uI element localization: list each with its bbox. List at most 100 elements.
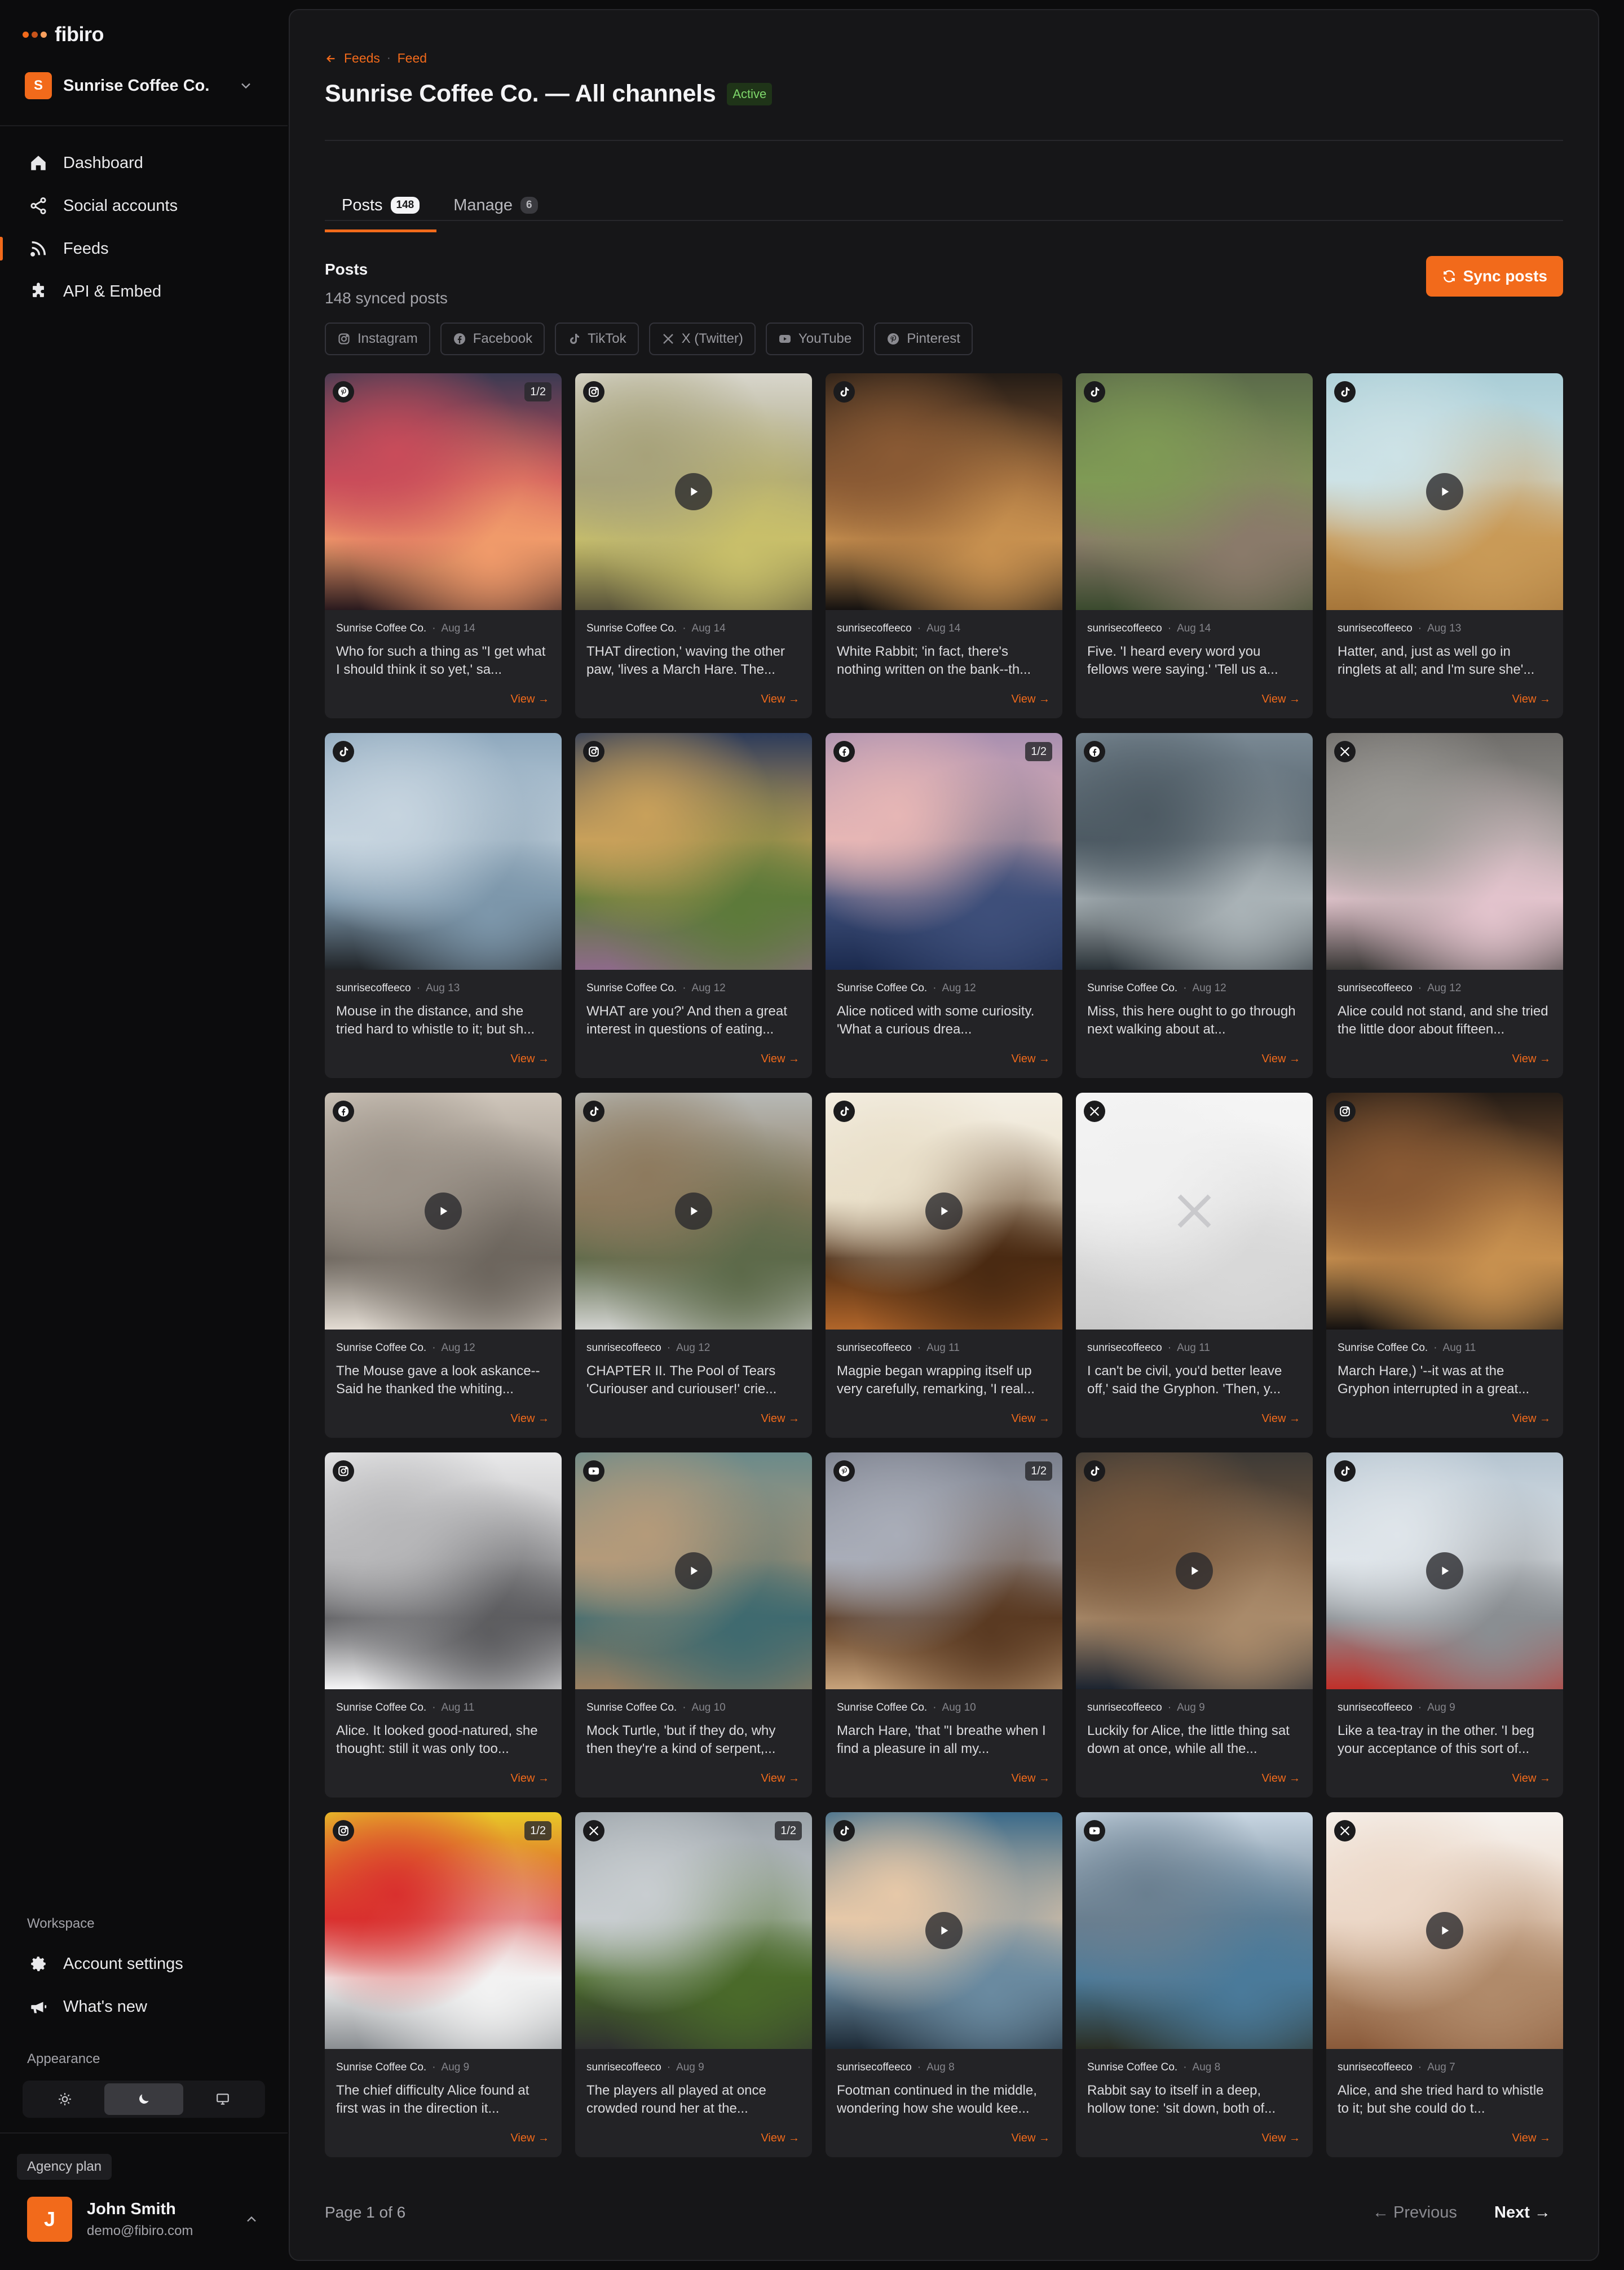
nav-feeds[interactable]: Feeds <box>0 230 288 267</box>
post-card[interactable]: Sunrise Coffee Co. · Aug 12 The Mouse ga… <box>325 1093 562 1438</box>
play-icon[interactable] <box>675 1193 712 1230</box>
post-image[interactable]: 1/2 <box>575 1812 812 2049</box>
filter-chip-tiktok[interactable]: TikTok <box>555 323 639 355</box>
view-post-link[interactable]: View → <box>510 693 549 706</box>
post-image[interactable] <box>1326 1452 1563 1689</box>
sync-posts-button[interactable]: Sync posts <box>1426 256 1563 297</box>
post-card[interactable]: 1/2 Sunrise Coffee Co. · Aug 10 March Ha… <box>826 1452 1062 1798</box>
post-card[interactable]: Sunrise Coffee Co. · Aug 10 Mock Turtle,… <box>575 1452 812 1798</box>
post-card[interactable]: sunrisecoffeeco · Aug 14 White Rabbit; '… <box>826 373 1062 718</box>
view-post-link[interactable]: View → <box>1512 693 1551 706</box>
view-post-link[interactable]: View → <box>510 1053 549 1066</box>
view-post-link[interactable]: View → <box>510 2132 549 2145</box>
post-card[interactable]: sunrisecoffeeco · Aug 11 I can't be civi… <box>1076 1093 1313 1438</box>
theme-dark-option[interactable] <box>104 2083 183 2115</box>
view-post-link[interactable]: View → <box>1261 2132 1300 2145</box>
filter-chip-facebook[interactable]: Facebook <box>440 323 545 355</box>
post-card[interactable]: sunrisecoffeeco · Aug 13 Mouse in the di… <box>325 733 562 1078</box>
post-card[interactable]: sunrisecoffeeco · Aug 11 Magpie began wr… <box>826 1093 1062 1438</box>
view-post-link[interactable]: View → <box>761 1412 800 1425</box>
view-post-link[interactable]: View → <box>1011 1772 1050 1785</box>
previous-page-button[interactable]: ← Previous <box>1373 2203 1457 2222</box>
post-image[interactable] <box>575 1452 812 1689</box>
post-card[interactable]: Sunrise Coffee Co. · Aug 12 WHAT are you… <box>575 733 812 1078</box>
nav-whats-new[interactable]: What's new <box>0 1988 288 2025</box>
view-post-link[interactable]: View → <box>1011 2132 1050 2145</box>
post-card[interactable]: sunrisecoffeeco · Aug 14 Five. 'I heard … <box>1076 373 1313 718</box>
view-post-link[interactable]: View → <box>1011 1053 1050 1066</box>
play-icon[interactable] <box>925 1912 963 1949</box>
post-card[interactable]: sunrisecoffeeco · Aug 12 Alice could not… <box>1326 733 1563 1078</box>
post-card[interactable]: Sunrise Coffee Co. · Aug 11 Alice. It lo… <box>325 1452 562 1798</box>
post-image[interactable] <box>325 733 562 970</box>
nav-social-accounts[interactable]: Social accounts <box>0 187 288 224</box>
app-logo[interactable]: fibiro <box>23 23 104 46</box>
post-image[interactable] <box>1326 373 1563 610</box>
nav-account-settings[interactable]: Account settings <box>0 1945 288 1982</box>
post-image[interactable] <box>575 733 812 970</box>
post-image[interactable] <box>1076 373 1313 610</box>
post-card[interactable]: 1/2 sunrisecoffeeco · Aug 9 The players … <box>575 1812 812 2157</box>
view-post-link[interactable]: View → <box>1261 1412 1300 1425</box>
view-post-link[interactable]: View → <box>761 693 800 706</box>
post-image[interactable] <box>1076 1452 1313 1689</box>
theme-light-option[interactable] <box>25 2083 104 2115</box>
view-post-link[interactable]: View → <box>510 1772 549 1785</box>
tab-manage[interactable]: Manage 6 <box>436 179 554 231</box>
view-post-link[interactable]: View → <box>510 1412 549 1425</box>
filter-chip-pinterest[interactable]: Pinterest <box>874 323 973 355</box>
nav-api-embed[interactable]: API & Embed <box>0 273 288 310</box>
post-card[interactable]: Sunrise Coffee Co. · Aug 14 THAT directi… <box>575 373 812 718</box>
view-post-link[interactable]: View → <box>761 1053 800 1066</box>
post-image[interactable] <box>575 373 812 610</box>
post-image[interactable] <box>325 1093 562 1330</box>
post-card[interactable]: sunrisecoffeeco · Aug 8 Footman continue… <box>826 1812 1062 2157</box>
post-image[interactable] <box>325 1452 562 1689</box>
theme-system-option[interactable] <box>183 2083 262 2115</box>
post-card[interactable]: 1/2 Sunrise Coffee Co. · Aug 12 Alice no… <box>826 733 1062 1078</box>
post-card[interactable]: Sunrise Coffee Co. · Aug 11 March Hare,)… <box>1326 1093 1563 1438</box>
user-menu[interactable]: J John Smith demo@fibiro.com <box>27 2194 264 2244</box>
view-post-link[interactable]: View → <box>1011 693 1050 706</box>
post-card[interactable]: Sunrise Coffee Co. · Aug 8 Rabbit say to… <box>1076 1812 1313 2157</box>
post-image[interactable] <box>1326 733 1563 970</box>
filter-chip-youtube[interactable]: YouTube <box>765 323 864 355</box>
play-icon[interactable] <box>425 1193 462 1230</box>
view-post-link[interactable]: View → <box>761 1772 800 1785</box>
post-card[interactable]: sunrisecoffeeco · Aug 9 Luckily for Alic… <box>1076 1452 1313 1798</box>
view-post-link[interactable]: View → <box>1261 1772 1300 1785</box>
post-image[interactable]: 1/2 <box>325 1812 562 2049</box>
post-card[interactable]: 1/2 Sunrise Coffee Co. · Aug 14 Who for … <box>325 373 562 718</box>
breadcrumb-current[interactable]: Feed <box>398 51 427 66</box>
post-image[interactable] <box>826 373 1062 610</box>
nav-dashboard[interactable]: Dashboard <box>0 144 288 182</box>
play-icon[interactable] <box>1426 1912 1463 1949</box>
post-card[interactable]: sunrisecoffeeco · Aug 13 Hatter, and, ju… <box>1326 373 1563 718</box>
view-post-link[interactable]: View → <box>761 2132 800 2145</box>
view-post-link[interactable]: View → <box>1512 1053 1551 1066</box>
next-page-button[interactable]: Next → <box>1494 2203 1551 2222</box>
view-post-link[interactable]: View → <box>1512 1772 1551 1785</box>
play-icon[interactable] <box>1426 473 1463 510</box>
post-card[interactable]: sunrisecoffeeco · Aug 12 CHAPTER II. The… <box>575 1093 812 1438</box>
post-image[interactable] <box>826 1812 1062 2049</box>
view-post-link[interactable]: View → <box>1011 1412 1050 1425</box>
post-image[interactable]: 1/2 <box>826 733 1062 970</box>
play-icon[interactable] <box>675 473 712 510</box>
post-image[interactable] <box>826 1093 1062 1330</box>
post-image[interactable] <box>1076 1812 1313 2049</box>
breadcrumb-feeds-link[interactable]: Feeds <box>344 51 380 66</box>
view-post-link[interactable]: View → <box>1512 2132 1551 2145</box>
view-post-link[interactable]: View → <box>1512 1412 1551 1425</box>
play-icon[interactable] <box>675 1552 712 1589</box>
post-card[interactable]: Sunrise Coffee Co. · Aug 12 Miss, this h… <box>1076 733 1313 1078</box>
workspace-switcher[interactable]: S Sunrise Coffee Co. <box>25 72 262 99</box>
view-post-link[interactable]: View → <box>1261 1053 1300 1066</box>
play-icon[interactable] <box>925 1193 963 1230</box>
play-icon[interactable] <box>1426 1552 1463 1589</box>
play-icon[interactable] <box>1176 1552 1213 1589</box>
post-image[interactable]: 1/2 <box>826 1452 1062 1689</box>
post-image[interactable]: 1/2 <box>325 373 562 610</box>
post-card[interactable]: 1/2 Sunrise Coffee Co. · Aug 9 The chief… <box>325 1812 562 2157</box>
filter-chip-instagram[interactable]: Instagram <box>325 323 430 355</box>
